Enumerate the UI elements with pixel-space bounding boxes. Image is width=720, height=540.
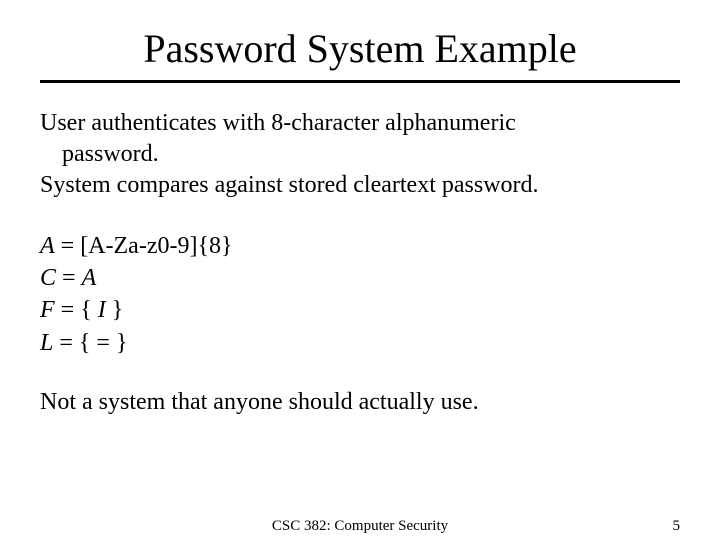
closing-text: Not a system that anyone should actually…: [40, 387, 680, 418]
formula-var: L: [40, 330, 53, 356]
formula-line-4: L = { = }: [40, 327, 680, 359]
formula-var: F: [40, 297, 55, 323]
slide-title: Password System Example: [40, 25, 680, 72]
footer-course: CSC 382: Computer Security: [272, 518, 448, 535]
formula-var: C: [40, 265, 56, 291]
formula-var: A: [40, 233, 55, 259]
formula-text: = {: [55, 297, 98, 323]
body-line-1: User authenticates with 8-character alph…: [40, 108, 680, 139]
formula-line-1: A = [A-Za-z0-9]{8}: [40, 230, 680, 262]
formula-block: A = [A-Za-z0-9]{8} C = A F = { I } L = {…: [40, 230, 680, 360]
body-line-2: password.: [62, 139, 680, 170]
formula-text: }: [106, 297, 124, 323]
formula-text: = [A-Za-z0-9]{8}: [55, 233, 233, 259]
formula-var: I: [98, 297, 106, 323]
formula-text: =: [56, 265, 82, 291]
formula-line-3: F = { I }: [40, 294, 680, 326]
footer-page-number: 5: [673, 518, 681, 535]
body-paragraph: User authenticates with 8-character alph…: [40, 108, 680, 202]
body-line-3: System compares against stored cleartext…: [40, 170, 680, 201]
title-rule: [40, 80, 680, 83]
formula-var: A: [82, 265, 97, 291]
formula-text: = { = }: [53, 330, 127, 356]
formula-line-2: C = A: [40, 262, 680, 294]
